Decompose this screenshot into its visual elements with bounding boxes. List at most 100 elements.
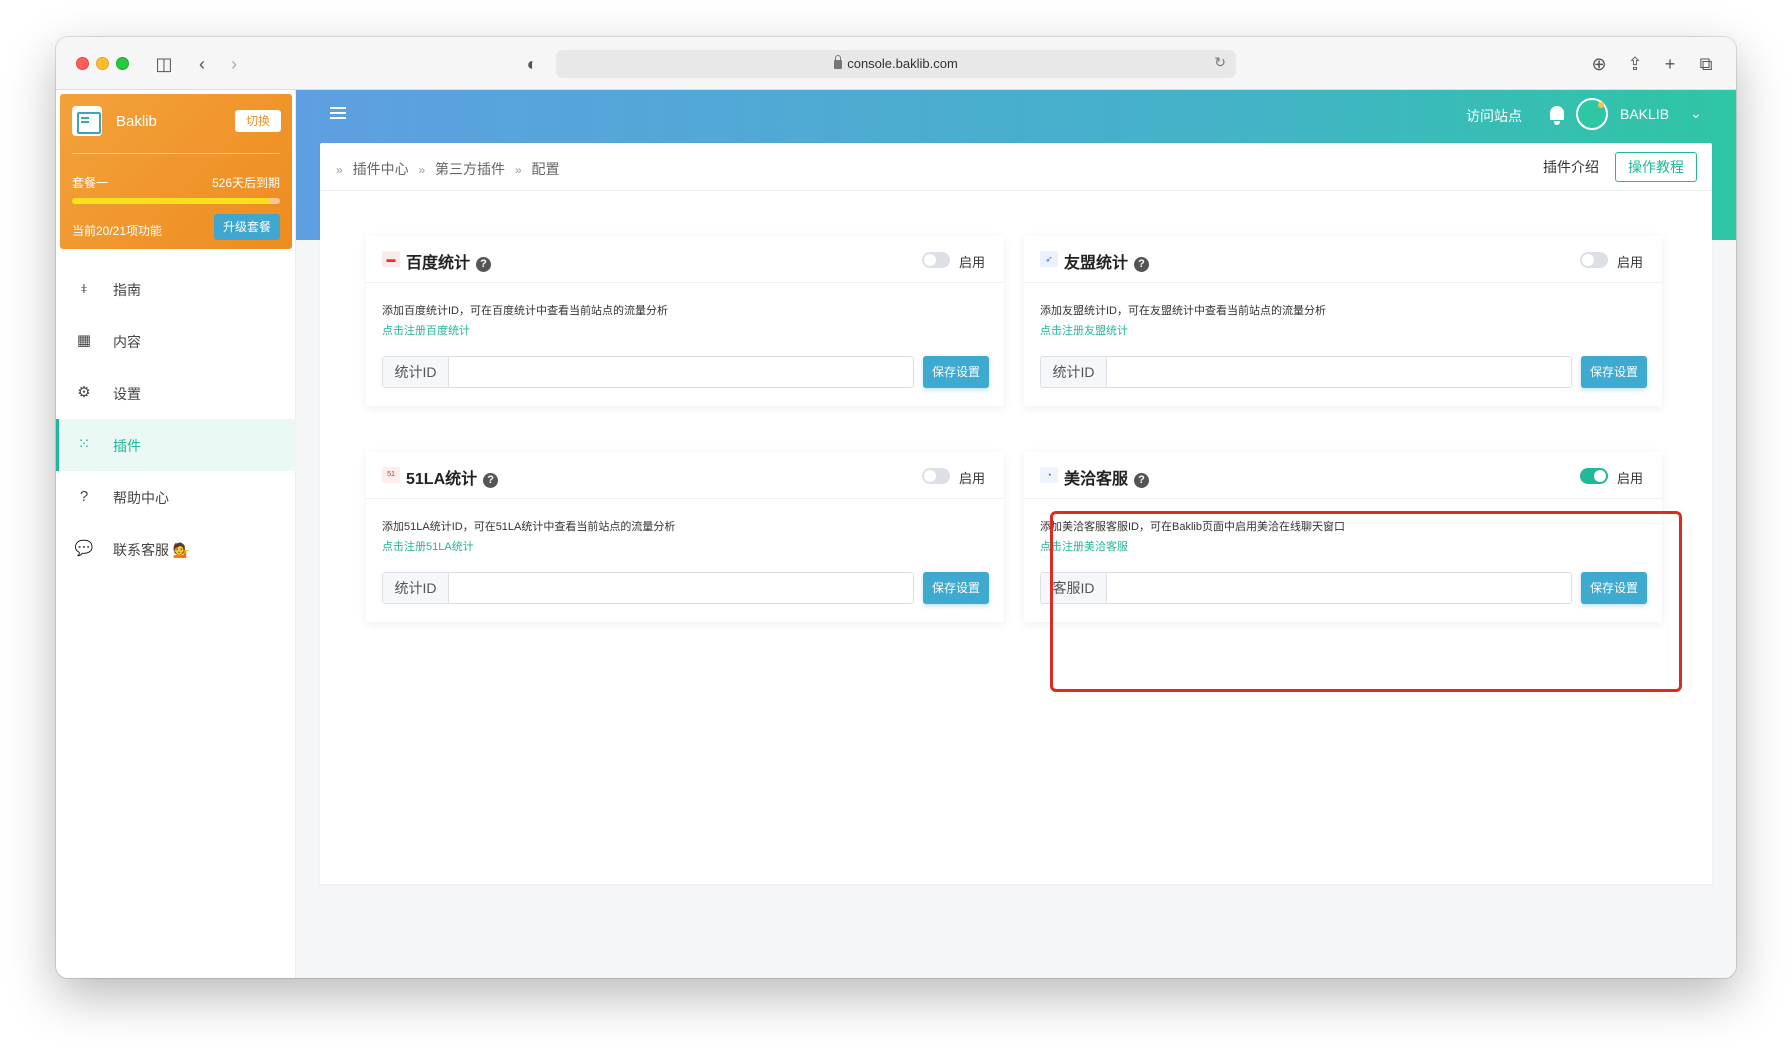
save-button[interactable]: 保存设置 bbox=[923, 572, 989, 604]
switch-button[interactable]: 切换 bbox=[235, 110, 281, 132]
privacy-shield-icon[interactable]: ◐ bbox=[519, 51, 545, 77]
close-window-button[interactable] bbox=[76, 57, 89, 70]
breadcrumb-item-third-party[interactable]: 第三方插件 bbox=[435, 161, 505, 177]
lock-icon bbox=[834, 55, 843, 69]
address-bar[interactable]: console.baklib.com ↻ bbox=[556, 50, 1236, 78]
umeng-logo-icon: ➶ bbox=[1040, 251, 1058, 267]
downloads-icon[interactable]: ⊕ bbox=[1586, 51, 1612, 77]
help-icon[interactable]: ? bbox=[1134, 257, 1150, 272]
sidebar-item-label: 内容 bbox=[113, 334, 141, 350]
content-panel: » 插件中心 » 第三方插件 » 配置 插件介绍 操作教程 ▬ 百度统计? 启用 bbox=[320, 143, 1712, 884]
sidebar-item-content[interactable]: ▦ 内容 bbox=[56, 315, 296, 367]
help-icon[interactable]: ? bbox=[1134, 473, 1150, 488]
id-prefix: 统计ID bbox=[383, 357, 449, 387]
browser-toolbar: ◫ ‹ › ◐ console.baklib.com ↻ ⊕ ⇪ + ⧉ bbox=[56, 37, 1736, 90]
enable-toggle[interactable] bbox=[922, 468, 950, 484]
back-icon[interactable]: ‹ bbox=[189, 51, 215, 77]
breadcrumb-bar: » 插件中心 » 第三方插件 » 配置 插件介绍 操作教程 bbox=[320, 143, 1712, 191]
visit-site-link[interactable]: 访问站点 bbox=[1466, 106, 1522, 126]
sliders-icon: ⧧ bbox=[80, 280, 88, 297]
id-prefix: 统计ID bbox=[1041, 357, 1107, 387]
upgrade-plan-button[interactable]: 升级套餐 bbox=[214, 214, 280, 240]
sidebar-item-label: 指南 bbox=[113, 282, 141, 298]
plan-divider bbox=[72, 153, 280, 154]
id-input-group: 统计ID bbox=[382, 572, 914, 604]
plugin-title-wrap: 百度统计? bbox=[406, 249, 492, 273]
plan-expire: 526天后到期 bbox=[211, 176, 280, 190]
breadcrumb-separator-icon: » bbox=[418, 163, 426, 177]
sidebar-item-label: 联系客服 💁 bbox=[113, 542, 191, 558]
save-button[interactable]: 保存设置 bbox=[923, 356, 989, 388]
plugin-title: 美洽客服 bbox=[1064, 471, 1129, 488]
tracking-id-input[interactable] bbox=[450, 357, 912, 387]
apps-icon: ⁙ bbox=[77, 436, 91, 453]
username[interactable]: BAKLIB bbox=[1620, 106, 1669, 122]
bell-icon[interactable] bbox=[1547, 104, 1567, 126]
register-link[interactable]: 点击注册友盟统计 bbox=[1040, 322, 1128, 338]
toggle-label: 启用 bbox=[1617, 255, 1644, 270]
main-area: 访问站点 BAKLIB ⌄ » 插件中心 » 第三方插件 » 配置 插件介绍 操… bbox=[296, 90, 1736, 978]
sidebar-item-label: 插件 bbox=[113, 438, 141, 454]
enable-toggle[interactable] bbox=[1580, 468, 1608, 484]
breadcrumb-separator-icon: » bbox=[514, 163, 522, 177]
tracking-id-input[interactable] bbox=[450, 573, 912, 603]
zoom-window-button[interactable] bbox=[116, 57, 129, 70]
breadcrumb-item-plugin-center[interactable]: 插件中心 bbox=[353, 161, 409, 177]
tutorial-button[interactable]: 操作教程 bbox=[1615, 152, 1697, 182]
sidebar-item-label: 设置 bbox=[113, 386, 141, 402]
register-link[interactable]: 点击注册51LA统计 bbox=[382, 538, 474, 554]
plugin-description: 添加51LA统计ID，可在51LA统计中查看当前站点的流量分析 bbox=[382, 521, 676, 533]
plan-features: 当前20/21项功能 bbox=[72, 224, 163, 238]
plugin-title-wrap: 友盟统计? bbox=[1064, 249, 1150, 273]
browser-window: ◫ ‹ › ◐ console.baklib.com ↻ ⊕ ⇪ + ⧉ Bak… bbox=[56, 37, 1736, 978]
gear-icon: ⚙ bbox=[77, 384, 91, 401]
breadcrumb-item-config: 配置 bbox=[531, 161, 560, 177]
plugin-description: 添加百度统计ID，可在百度统计中查看当前站点的流量分析 bbox=[382, 305, 668, 317]
plugin-intro-link[interactable]: 插件介绍 bbox=[1543, 157, 1599, 177]
url-text: console.baklib.com bbox=[847, 56, 958, 71]
forward-icon[interactable]: › bbox=[221, 51, 247, 77]
minimize-window-button[interactable] bbox=[96, 57, 109, 70]
plugin-title: 51LA统计 bbox=[406, 471, 478, 488]
help-icon[interactable]: ? bbox=[483, 473, 499, 488]
chevron-down-icon[interactable]: ⌄ bbox=[1690, 105, 1702, 122]
id-input-group: 统计ID bbox=[382, 356, 914, 388]
enable-toggle[interactable] bbox=[1580, 252, 1608, 268]
plugin-description: 添加友盟统计ID，可在友盟统计中查看当前站点的流量分析 bbox=[1040, 305, 1326, 317]
register-link[interactable]: 点击注册百度统计 bbox=[382, 322, 470, 338]
sidebar-item-help-center[interactable]: ? 帮助中心 bbox=[56, 471, 296, 523]
grid-icon: ▦ bbox=[76, 332, 92, 349]
sidebar-item-settings[interactable]: ⚙ 设置 bbox=[56, 367, 296, 419]
baklib-logo-icon bbox=[72, 106, 102, 136]
highlight-annotation bbox=[1050, 511, 1682, 692]
plugin-title-wrap: 51LA统计? bbox=[406, 465, 499, 489]
breadcrumb: » 插件中心 » 第三方插件 » 配置 bbox=[336, 159, 560, 179]
sidebar-item-guide[interactable]: ⧧ 指南 bbox=[56, 263, 296, 315]
plan-progress-bar bbox=[72, 198, 280, 204]
sidebar-toggle-icon[interactable]: ◫ bbox=[151, 51, 177, 77]
sidebar-item-label: 帮助中心 bbox=[113, 490, 169, 506]
id-input-group: 统计ID bbox=[1040, 356, 1572, 388]
brand-name: Baklib bbox=[116, 113, 157, 130]
plugin-card-51la: 51 51LA统计? 启用 添加51LA统计ID，可在51LA统计中查看当前站点… bbox=[366, 452, 1004, 622]
menu-toggle-icon[interactable] bbox=[330, 107, 346, 121]
new-tab-icon[interactable]: + bbox=[1657, 51, 1683, 77]
sidebar-item-contact-support[interactable]: 💬 联系客服 💁 bbox=[56, 523, 296, 575]
chat-icon: 💬 bbox=[74, 540, 94, 557]
share-icon[interactable]: ⇪ bbox=[1622, 51, 1648, 77]
toggle-label: 启用 bbox=[1617, 471, 1644, 486]
plan-card: Baklib 切换 套餐一 526天后到期 当前20/21项功能 升级套餐 bbox=[60, 94, 292, 249]
plugin-title: 友盟统计 bbox=[1064, 255, 1129, 272]
question-circle-icon: ? bbox=[79, 488, 89, 505]
avatar[interactable] bbox=[1576, 98, 1608, 130]
reload-icon[interactable]: ↻ bbox=[1214, 54, 1226, 71]
toggle-label: 启用 bbox=[959, 255, 986, 270]
tracking-id-input[interactable] bbox=[1108, 357, 1570, 387]
save-button[interactable]: 保存设置 bbox=[1581, 356, 1647, 388]
toggle-label: 启用 bbox=[959, 471, 986, 486]
sidebar-item-plugins[interactable]: ⁙ 插件 bbox=[56, 419, 296, 471]
plan-name: 套餐一 bbox=[72, 176, 109, 190]
enable-toggle[interactable] bbox=[922, 252, 950, 268]
tab-overview-icon[interactable]: ⧉ bbox=[1693, 51, 1719, 77]
help-icon[interactable]: ? bbox=[476, 257, 492, 272]
